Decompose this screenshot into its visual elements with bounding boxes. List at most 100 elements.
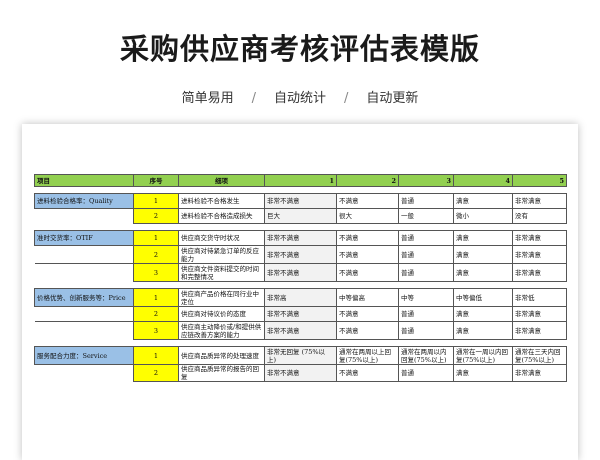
table-row: 3 供应商主动降价或/和提供供应链改善方案的能力 非常不满意 不满意 普通 满意 非常满意 xyxy=(34,321,567,340)
item-cell: 供应商主动降价或/和提供供应链改善方案的能力 xyxy=(178,321,265,340)
seq-cell: 3 xyxy=(133,321,179,340)
score-5-cell: 非常低 xyxy=(512,288,567,307)
score-1-cell: 非常不满意 xyxy=(264,306,337,322)
table-row: 进料检验合格率：Quality 1 进料检验不合格发生 非常不满意 不满意 普通 满意 非常满… xyxy=(34,193,567,209)
score-1-cell: 非常不满意 xyxy=(264,245,337,264)
item-cell: 供应商品质异常的处理速度 xyxy=(178,346,265,365)
seq-cell: 2 xyxy=(133,245,179,264)
header-item: 细项 xyxy=(178,174,265,187)
item-cell: 供应商产品价格在同行业中定位 xyxy=(178,288,265,307)
header-score-2: 2 xyxy=(336,174,399,187)
section-spacer xyxy=(34,281,567,289)
score-3-cell: 一般 xyxy=(398,208,454,224)
header-score-4: 4 xyxy=(453,174,513,187)
score-3-cell: 普通 xyxy=(398,306,454,322)
tag-auto-update: 自动更新 xyxy=(366,91,419,106)
category-cell-empty xyxy=(34,321,134,340)
score-1-cell: 巨大 xyxy=(264,208,337,224)
seq-cell: 1 xyxy=(133,193,179,209)
score-1-cell: 非常无回复 (75%以上) xyxy=(264,346,337,365)
score-2-cell: 不满意 xyxy=(336,321,399,340)
header-score-1: 1 xyxy=(264,174,337,187)
seq-cell: 1 xyxy=(133,346,179,365)
item-cell: 供应商交货守时状况 xyxy=(178,230,265,246)
section-spacer xyxy=(34,186,567,194)
category-cell-empty xyxy=(34,263,134,282)
score-2-cell: 不满意 xyxy=(336,193,399,209)
score-5-cell: 非常满意 xyxy=(512,230,567,246)
category-cell: 价格优势、创新服务等：Price xyxy=(34,288,134,307)
feature-tags: 简单易用 / 自动统计 / 自动更新 xyxy=(0,87,600,106)
category-cell-empty xyxy=(34,208,134,224)
score-1-cell: 非常不满意 xyxy=(264,193,337,209)
table-row: 2 供应商对待议价的态度 非常不满意 不满意 普通 满意 非常满意 xyxy=(34,306,567,322)
score-3-cell: 普通 xyxy=(398,321,454,340)
tag-separator: / xyxy=(344,91,349,106)
category-cell-empty xyxy=(34,306,134,322)
score-1-cell: 非常不满意 xyxy=(264,263,337,282)
score-3-cell: 中等 xyxy=(398,288,454,307)
score-5-cell: 非常满意 xyxy=(512,306,567,322)
header-score-3: 3 xyxy=(398,174,454,187)
header-project: 项目 xyxy=(34,174,134,187)
score-2-cell: 不满意 xyxy=(336,263,399,282)
seq-cell: 1 xyxy=(133,288,179,307)
section-spacer xyxy=(34,223,567,231)
score-1-cell: 非常高 xyxy=(264,288,337,307)
spreadsheet-preview: 项目 序号 细项 1 2 3 4 5 进料检验合格率：Quality 1 进料检验不… xyxy=(22,124,578,460)
score-5-cell: 非常满意 xyxy=(512,193,567,209)
score-4-cell: 满意 xyxy=(453,263,513,282)
score-3-cell: 普通 xyxy=(398,364,454,382)
tag-auto-stats: 自动统计 xyxy=(273,91,326,106)
score-4-cell: 通常在一周以内回复(75%以上) xyxy=(453,346,513,365)
header-score-5: 5 xyxy=(512,174,567,187)
score-5-cell: 非常满意 xyxy=(512,245,567,264)
score-1-cell: 非常不满意 xyxy=(264,364,337,382)
score-5-cell: 非常满意 xyxy=(512,364,567,382)
page-title: 采购供应商考核评估表模版 xyxy=(119,32,480,66)
score-4-cell: 满意 xyxy=(453,306,513,322)
tag-separator: / xyxy=(251,91,256,106)
score-3-cell: 普通 xyxy=(398,263,454,282)
seq-cell: 2 xyxy=(133,306,179,322)
score-2-cell: 不满意 xyxy=(336,245,399,264)
item-cell: 供应商品质异常的报告的回复 xyxy=(178,364,265,382)
evaluation-table: 项目 序号 细项 1 2 3 4 5 进料检验合格率：Quality 1 进料检验不… xyxy=(34,174,567,382)
score-4-cell: 满意 xyxy=(453,193,513,209)
table-row: 价格优势、创新服务等：Price 1 供应商产品价格在同行业中定位 非常高 中等偏高 中等… xyxy=(34,288,567,307)
score-2-cell: 中等偏高 xyxy=(336,288,399,307)
tag-easy: 简单易用 xyxy=(181,91,234,106)
score-2-cell: 通常在两周以上回复(75%以上) xyxy=(336,346,399,365)
score-3-cell: 通常在两周以内回复(75%以上) xyxy=(398,346,454,365)
item-cell: 进料检验不合格发生 xyxy=(178,193,265,209)
score-2-cell: 不满意 xyxy=(336,306,399,322)
category-cell-empty xyxy=(34,245,134,264)
item-cell: 进料检验不合格造成损失 xyxy=(178,208,265,224)
score-3-cell: 普通 xyxy=(398,193,454,209)
table-row: 服务配合力度：Service 1 供应商品质异常的处理速度 非常无回复 (75%以上)… xyxy=(34,346,567,365)
score-2-cell: 不满意 xyxy=(336,364,399,382)
score-4-cell: 中等偏低 xyxy=(453,288,513,307)
seq-cell: 2 xyxy=(133,208,179,224)
header-row: 项目 序号 细项 1 2 3 4 5 xyxy=(34,174,567,187)
score-4-cell: 满意 xyxy=(453,364,513,382)
item-cell: 供应商文件资料提交的时间和完整情况 xyxy=(178,263,265,282)
score-3-cell: 普通 xyxy=(398,245,454,264)
table-row: 准时交货率：OTIF 1 供应商交货守时状况 非常不满意 不满意 普通 满意 非常满意 xyxy=(34,230,567,246)
table-row: 2 进料检验不合格造成损失 巨大 很大 一般 微小 没有 xyxy=(34,208,567,224)
table-row: 2 供应商对待紧急订单的反应能力 非常不满意 不满意 普通 满意 非常满意 xyxy=(34,245,567,264)
seq-cell: 1 xyxy=(133,230,179,246)
item-cell: 供应商对待议价的态度 xyxy=(178,306,265,322)
score-1-cell: 非常不满意 xyxy=(264,230,337,246)
item-cell: 供应商对待紧急订单的反应能力 xyxy=(178,245,265,264)
category-cell-empty xyxy=(34,364,134,382)
category-cell: 服务配合力度：Service xyxy=(34,346,134,365)
score-5-cell: 通常在三天内回复(75%以上) xyxy=(512,346,567,365)
section-spacer xyxy=(34,339,567,347)
score-3-cell: 普通 xyxy=(398,230,454,246)
score-4-cell: 满意 xyxy=(453,230,513,246)
header-seq: 序号 xyxy=(133,174,179,187)
table-row: 2 供应商品质异常的报告的回复 非常不满意 不满意 普通 满意 非常满意 xyxy=(34,364,567,382)
seq-cell: 2 xyxy=(133,364,179,382)
score-5-cell: 非常满意 xyxy=(512,321,567,340)
